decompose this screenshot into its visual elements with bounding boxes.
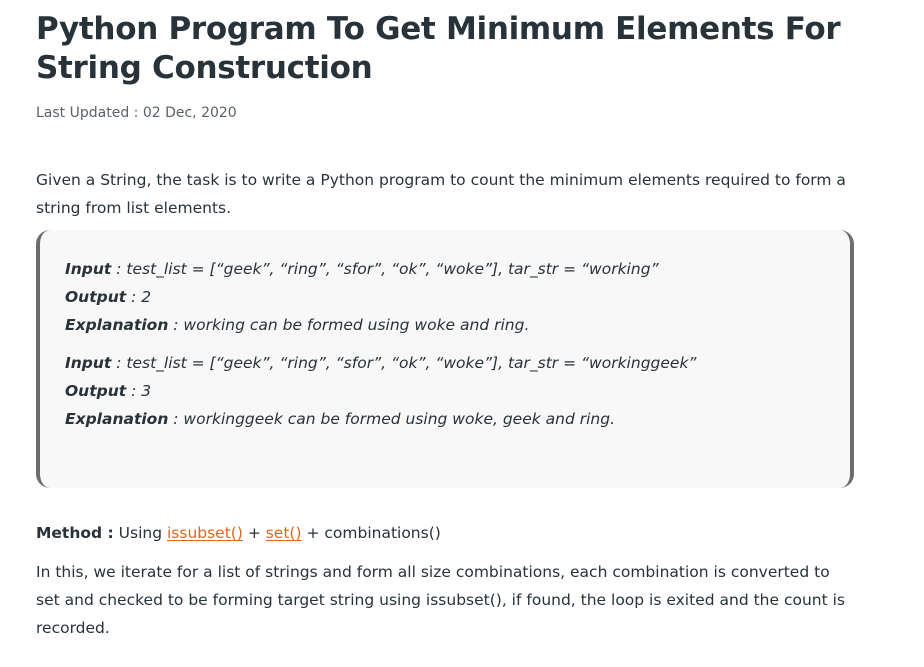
- explanation-text: : working can be formed using woke and r…: [168, 316, 530, 334]
- method-label: Method :: [36, 524, 114, 542]
- example-output: Output : 3: [65, 377, 696, 405]
- input-label: Input: [65, 354, 112, 372]
- intro-paragraph: Given a String, the task is to write a P…: [36, 171, 846, 217]
- method-prefix: Using: [113, 524, 167, 542]
- example-input: Input : test_list = [“geek”, “ring”, “sf…: [65, 349, 696, 377]
- example-box: Input : test_list = [“geek”, “ring”, “sf…: [36, 230, 854, 488]
- method-separator: +: [242, 524, 266, 542]
- output-label: Output: [65, 382, 127, 400]
- issubset-link[interactable]: issubset(): [167, 524, 243, 542]
- explanation-label: Explanation: [65, 410, 169, 428]
- set-link[interactable]: set(): [266, 524, 302, 542]
- example-2: Input : test_list = [“geek”, “ring”, “sf…: [65, 349, 696, 433]
- explanation-text: : workinggeek can be formed using woke, …: [168, 410, 616, 428]
- example-output: Output : 2: [65, 283, 659, 311]
- input-text: : test_list = [“geek”, “ring”, “sfor”, “…: [111, 354, 697, 372]
- example-explanation: Explanation : workinggeek can be formed …: [65, 405, 696, 433]
- method-description: In this, we iterate for a list of string…: [36, 563, 845, 637]
- last-updated: Last Updated : 02 Dec, 2020: [36, 105, 237, 121]
- example-input: Input : test_list = [“geek”, “ring”, “sf…: [65, 255, 659, 283]
- explanation-label: Explanation: [65, 316, 169, 334]
- output-text: : 3: [126, 382, 152, 400]
- example-explanation: Explanation : working can be formed usin…: [65, 311, 659, 339]
- example-1: Input : test_list = [“geek”, “ring”, “sf…: [65, 255, 659, 339]
- article: Python Program To Get Minimum Elements F…: [0, 0, 924, 667]
- page-title: Python Program To Get Minimum Elements F…: [36, 11, 841, 86]
- input-text: : test_list = [“geek”, “ring”, “sfor”, “…: [111, 260, 659, 278]
- output-label: Output: [65, 288, 127, 306]
- method-line: Method : Using issubset() + set() + comb…: [36, 519, 856, 547]
- method-suffix: + combinations(): [301, 524, 441, 542]
- output-text: : 2: [126, 288, 152, 306]
- input-label: Input: [65, 260, 112, 278]
